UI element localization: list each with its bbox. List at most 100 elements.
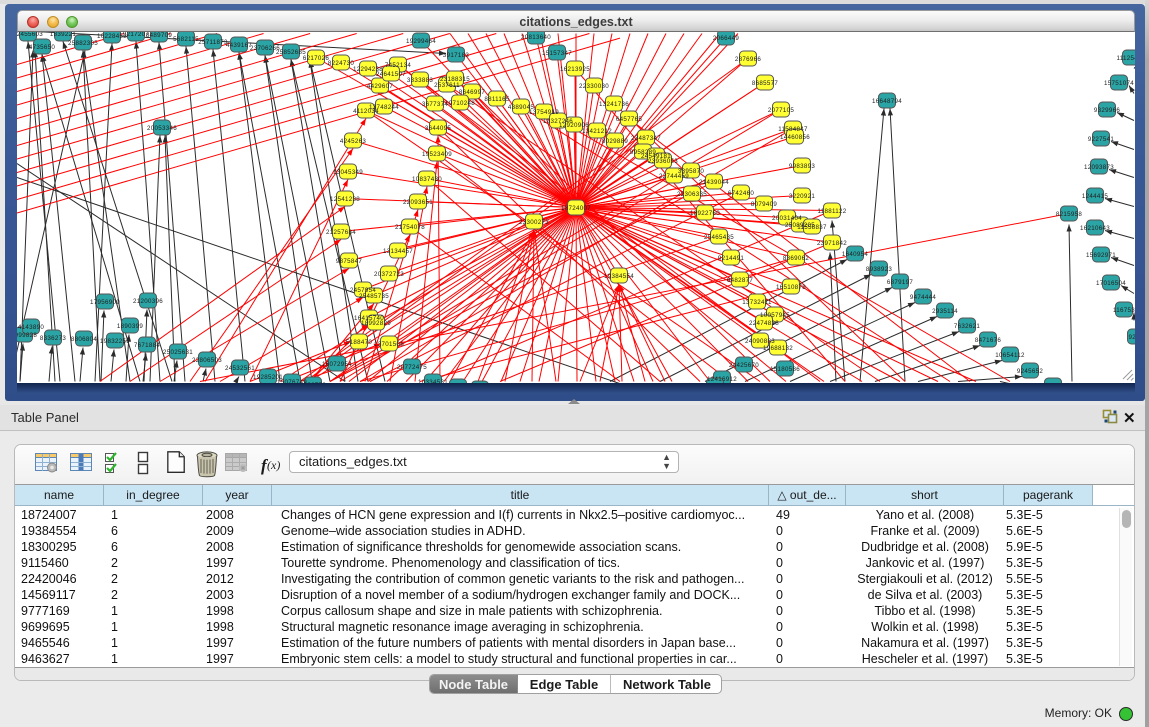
svg-text:12093873: 12093873 [1084,164,1114,171]
svg-text:3333883: 3333883 [407,77,433,84]
svg-text:25852685: 25852685 [276,49,306,56]
svg-text:20772475: 20772475 [397,364,427,371]
svg-text:8029889: 8029889 [602,138,628,145]
svg-text:9214491: 9214491 [718,255,744,262]
svg-text:3644095: 3644095 [425,125,451,132]
svg-text:23936053: 23936053 [648,158,678,165]
svg-text:8215958: 8215958 [1056,211,1082,218]
svg-text:13421212: 13421212 [582,128,612,135]
svg-text:23971842: 23971842 [817,240,847,247]
svg-text:7452134: 7452134 [385,62,411,69]
svg-text:4245263: 4245263 [340,138,366,145]
svg-text:24532561: 24532561 [225,365,255,372]
svg-text:(x): (x) [267,458,280,472]
svg-text:24425670: 24425670 [729,362,759,369]
svg-text:13732411: 13732411 [742,299,772,306]
svg-text:1244415: 1244415 [1082,193,1108,200]
svg-text:2876966: 2876966 [735,56,761,63]
svg-text:25465435: 25465435 [704,234,734,241]
svg-text:4735650: 4735650 [29,44,55,51]
svg-text:15157347: 15157347 [542,50,572,57]
svg-text:3220921: 3220921 [789,193,815,200]
svg-text:17016504: 17016504 [1096,280,1126,287]
svg-text:13701506: 13701506 [374,341,404,348]
svg-text:12416912: 12416912 [707,376,737,383]
svg-text:13754919: 13754919 [529,109,559,116]
svg-text:18724007: 18724007 [561,205,591,212]
svg-text:8224730: 8224730 [328,60,354,67]
svg-text:7632621: 7632621 [954,323,980,330]
svg-text:1640954: 1640954 [842,251,868,258]
svg-text:10710248: 10710248 [445,100,475,107]
svg-text:10057945: 10057945 [760,312,790,319]
svg-text:21257684: 21257684 [326,229,356,236]
svg-text:19299464: 19299464 [406,38,436,45]
svg-text:17956909: 17956909 [90,299,120,306]
svg-text:25485735: 25485735 [359,293,389,300]
svg-text:11584847: 11584847 [778,126,808,133]
svg-text:13241736: 13241736 [599,101,629,108]
svg-text:2066449: 2066449 [713,35,739,42]
svg-text:9227541: 9227541 [1088,136,1114,143]
svg-text:8806804: 8806804 [71,336,97,343]
svg-text:15180586: 15180586 [770,366,800,373]
svg-text:9474444: 9474444 [910,294,936,301]
svg-text:5682115: 5682115 [173,36,199,43]
svg-text:6457765: 6457765 [616,116,642,123]
svg-text:8811165: 8811165 [484,96,510,103]
svg-text:1839221: 1839221 [50,32,76,38]
svg-text:6879197: 6879197 [887,279,913,286]
svg-text:22474828: 22474828 [749,320,779,327]
svg-text:9875847: 9875847 [336,258,362,265]
svg-text:2537611: 2537611 [434,82,460,89]
svg-text:23188315: 23188315 [440,76,470,83]
svg-text:6217026: 6217026 [303,55,329,62]
svg-text:13134457: 13134457 [383,248,413,255]
svg-text:24090883: 24090883 [745,338,775,345]
svg-text:12541238: 12541238 [330,196,360,203]
svg-text:16210643: 16210643 [1080,225,1110,232]
svg-text:18992829: 18992829 [361,320,391,327]
svg-text:20053346: 20053346 [147,125,177,132]
svg-text:3395870: 3395870 [678,168,704,175]
svg-text:19832259: 19832259 [100,338,130,345]
svg-text:19688132: 19688132 [763,345,793,352]
svg-text:8685577: 8685577 [752,80,778,87]
svg-text:12920906: 12920906 [559,122,589,129]
svg-text:11558837: 11558837 [797,224,827,231]
svg-text:2077105: 2077105 [768,107,794,114]
svg-text:13045349: 13045349 [333,169,363,176]
svg-text:15751074: 15751074 [1104,80,1134,87]
svg-text:11125419: 11125419 [1116,55,1135,62]
svg-text:9245: 9245 [1129,334,1135,341]
svg-text:16072954: 16072954 [322,361,352,368]
svg-text:5188470: 5188470 [346,339,372,346]
svg-text:20031404: 20031404 [772,215,802,222]
svg-text:4439167: 4439167 [226,42,252,49]
svg-text:21754078: 21754078 [395,224,425,231]
svg-text:25025631: 25025631 [163,349,193,356]
svg-text:22306335: 22306335 [677,191,707,198]
svg-text:18922760: 18922760 [690,210,720,217]
svg-text:1890399: 1890399 [117,323,143,330]
svg-text:2935114: 2935114 [932,308,958,315]
svg-text:8079409: 8079409 [751,201,777,208]
svg-text:8489709: 8489709 [146,32,172,39]
svg-text:1999828: 1999828 [17,332,37,339]
svg-text:8938923: 8938923 [866,266,892,273]
svg-text:20813640: 20813640 [521,34,551,41]
svg-text:19523409: 19523409 [422,151,452,158]
svg-text:8646997: 8646997 [459,89,485,96]
svg-text:14460856: 14460856 [780,134,810,141]
svg-text:4143890: 4143890 [18,324,44,331]
svg-text:22455603: 22455603 [17,32,43,38]
svg-text:8336273: 8336273 [40,335,66,342]
svg-text:9983893: 9983893 [789,163,815,170]
svg-text:21439044: 21439044 [699,179,729,186]
svg-text:24641507: 24641507 [376,71,406,78]
svg-text:15692971: 15692971 [1086,252,1116,259]
svg-text:3677374: 3677374 [422,101,448,108]
svg-text:11881122: 11881122 [817,208,846,215]
svg-text:8369062: 8369062 [783,255,809,262]
svg-text:23300273: 23300273 [519,219,549,226]
